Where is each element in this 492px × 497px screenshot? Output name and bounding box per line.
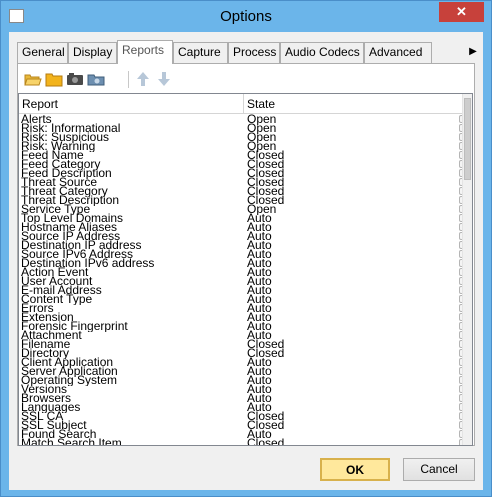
- tab-display[interactable]: Display: [68, 42, 117, 63]
- tab-strip: General Display Reports Capture Process …: [17, 40, 480, 64]
- tab-reports[interactable]: Reports: [117, 40, 173, 64]
- list-item[interactable]: Match Search Item Closed: [19, 437, 467, 446]
- list-header: Report State: [19, 94, 469, 114]
- tab-capture[interactable]: Capture: [173, 42, 228, 63]
- close-button[interactable]: ✕: [439, 2, 484, 22]
- dialog-client-area: General Display Reports Capture Process …: [9, 32, 483, 490]
- tab-process[interactable]: Process: [228, 42, 280, 63]
- report-name: Match Search Item: [21, 437, 122, 446]
- list-rows: Alerts Open Risk: Informational Open Risk: S…: [19, 113, 467, 446]
- camera-folder-icon[interactable]: [87, 70, 105, 88]
- window-title: Options: [220, 8, 272, 25]
- column-header-report[interactable]: Report: [20, 94, 242, 114]
- arrow-up-icon[interactable]: [134, 70, 152, 88]
- reports-panel: Report State Alerts Open Risk: Information…: [17, 63, 475, 446]
- tab-advanced[interactable]: Advanced: [364, 42, 432, 63]
- reports-list[interactable]: Report State Alerts Open Risk: Information…: [18, 93, 473, 446]
- folder-icon[interactable]: [45, 70, 63, 88]
- scrollbar-thumb[interactable]: [464, 98, 471, 180]
- ok-button[interactable]: OK: [320, 458, 390, 481]
- title-bar[interactable]: Options ✕: [1, 1, 491, 31]
- column-header-state[interactable]: State: [245, 94, 345, 114]
- options-window: Options ✕ General Display Reports Captur…: [0, 0, 492, 497]
- arrow-down-icon[interactable]: [155, 70, 173, 88]
- column-separator[interactable]: [243, 94, 244, 114]
- report-state[interactable]: Closed: [247, 437, 347, 445]
- tab-audio-codecs[interactable]: Audio Codecs: [280, 42, 364, 63]
- cancel-button[interactable]: Cancel: [403, 458, 475, 481]
- open-folder-icon[interactable]: [24, 70, 42, 88]
- camera-icon[interactable]: [66, 70, 84, 88]
- toolbar-separator: [128, 71, 129, 88]
- vertical-scrollbar[interactable]: [462, 94, 472, 445]
- tab-scroll-right-icon[interactable]: ▶: [466, 44, 480, 60]
- tab-general[interactable]: General: [17, 42, 68, 63]
